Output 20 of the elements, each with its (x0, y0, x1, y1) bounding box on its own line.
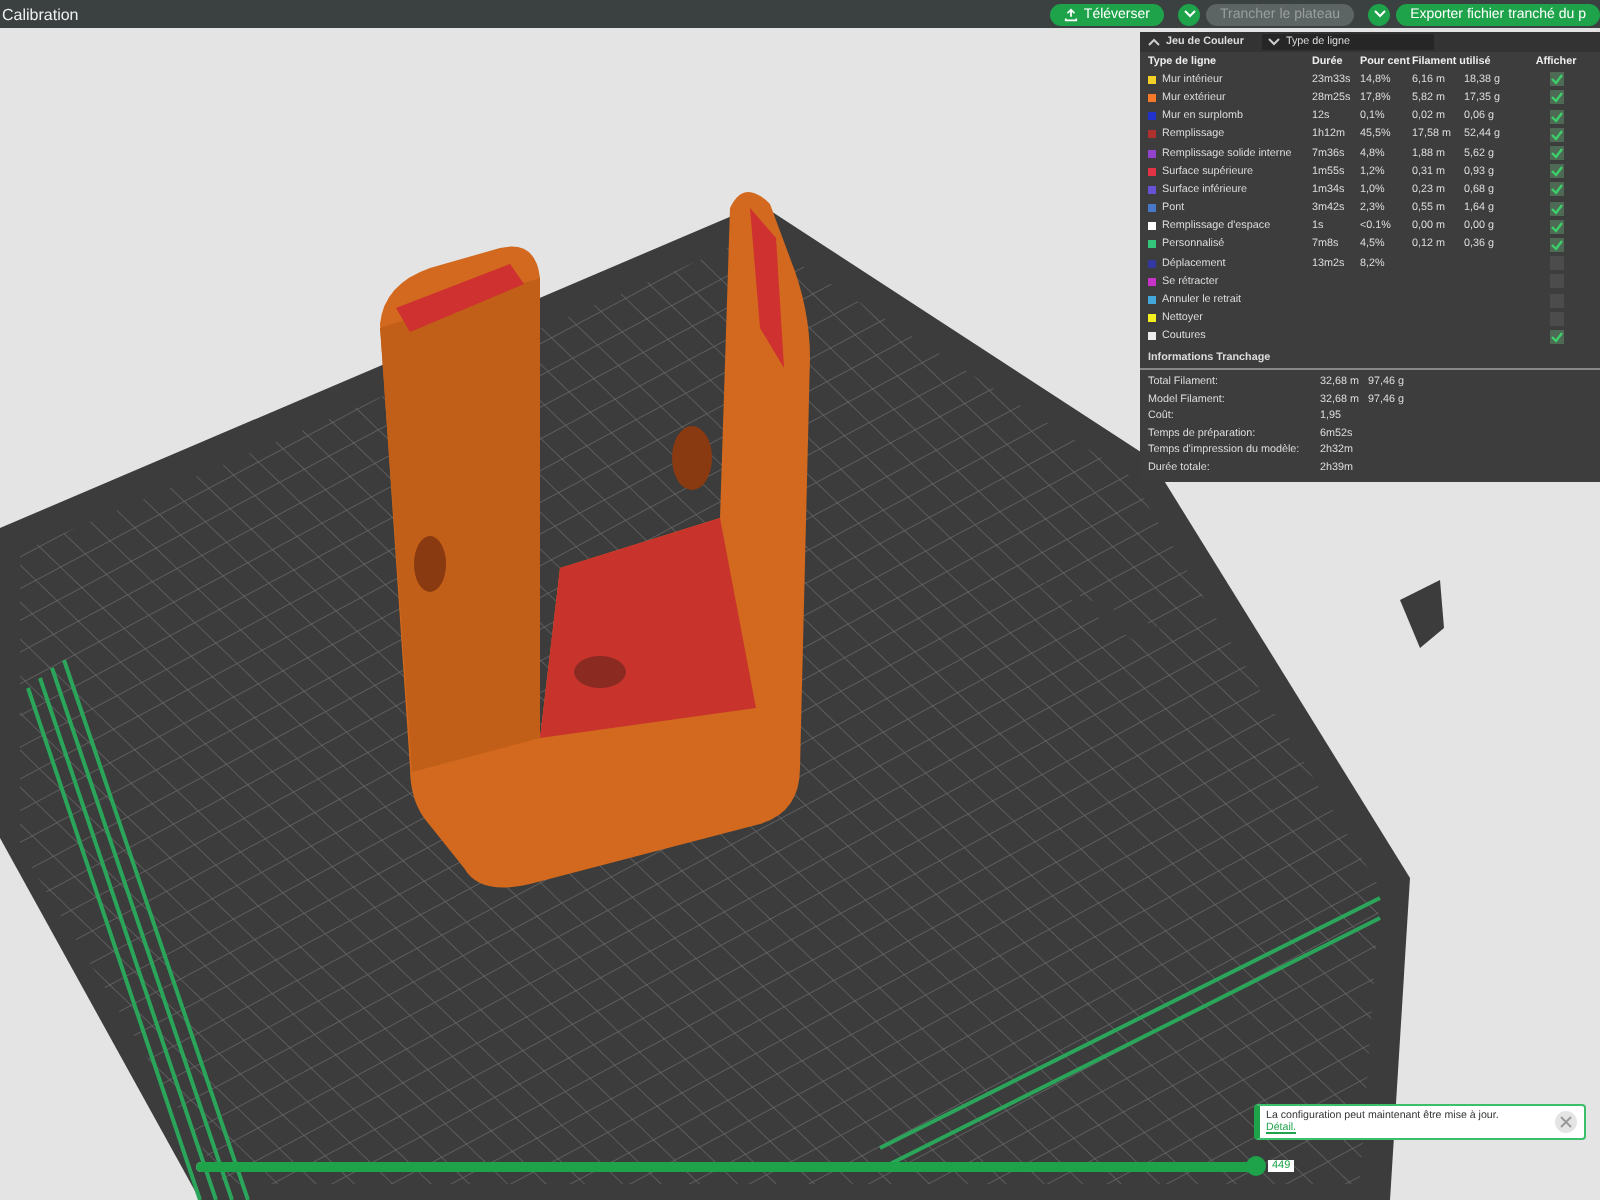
visibility-checkbox[interactable] (1549, 237, 1563, 252)
close-icon[interactable] (1554, 1110, 1578, 1134)
upload-icon (1063, 7, 1078, 21)
caret-icon (1373, 10, 1386, 18)
visibility-checkbox[interactable] (1549, 164, 1563, 179)
visibility-checkbox[interactable] (1549, 109, 1563, 124)
visibility-checkbox[interactable] (1549, 329, 1563, 344)
collapse-icon[interactable] (1148, 38, 1160, 46)
visibility-checkbox[interactable] (1549, 90, 1563, 105)
visibility-checkbox[interactable] (1549, 201, 1563, 216)
visibility-checkbox[interactable] (1549, 127, 1563, 142)
caret-icon (1183, 10, 1195, 18)
window-title: Calibration (0, 5, 79, 23)
dropdown-toggle[interactable] (1368, 3, 1391, 25)
visibility-checkbox[interactable] (1549, 182, 1563, 197)
caret-icon (1267, 38, 1280, 46)
visibility-checkbox[interactable] (1549, 146, 1563, 161)
visibility-checkbox[interactable] (1549, 219, 1563, 234)
dropdown-toggle[interactable] (1178, 3, 1200, 25)
visibility-checkbox[interactable] (1549, 72, 1563, 87)
